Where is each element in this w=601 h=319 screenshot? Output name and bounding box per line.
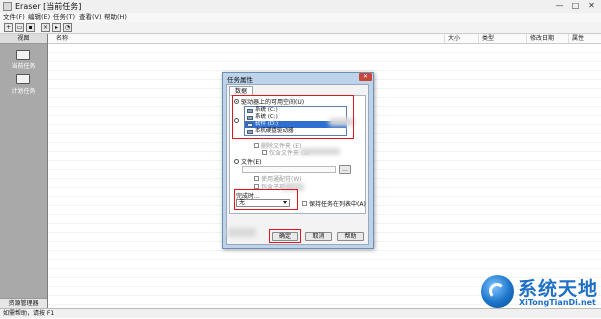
delete-icon[interactable]: ×	[41, 23, 50, 32]
scheduler-icon[interactable]: ◔	[63, 23, 72, 32]
highlight-drive-section	[232, 95, 354, 139]
column-name[interactable]: 名称	[48, 34, 444, 43]
save-icon[interactable]: ▪	[26, 23, 35, 32]
column-modified[interactable]: 修改日期	[526, 34, 568, 43]
highlight-ok-button	[269, 229, 301, 243]
menu-help[interactable]: 帮助(H)	[104, 13, 127, 22]
delete-folder-checkbox[interactable]	[254, 143, 259, 148]
maximize-button[interactable]: □	[569, 1, 582, 11]
file-path-input[interactable]	[242, 166, 336, 173]
toolbar	[0, 22, 601, 34]
blurred-text	[300, 148, 340, 155]
subfolder-checkbox[interactable]	[262, 150, 267, 155]
keep-in-list-checkbox[interactable]	[302, 201, 307, 206]
tasks-icon[interactable]	[16, 50, 30, 60]
close-button[interactable]: ✕	[585, 1, 598, 11]
browse-button[interactable]: …	[339, 165, 351, 174]
cancel-button[interactable]: 取消	[305, 232, 332, 241]
watermark-url: XiTongTianDi.net	[519, 298, 596, 307]
sidebar-item-scheduled-tasks[interactable]: 计划任务	[0, 86, 47, 95]
title-bar	[0, 0, 601, 14]
app-icon	[3, 2, 12, 11]
run-icon[interactable]: ▸	[52, 23, 61, 32]
menu-view[interactable]: 查看(V)	[79, 13, 102, 22]
menu-edit[interactable]: 编辑(E)	[28, 13, 50, 22]
left-pane-header: 视图	[0, 34, 47, 44]
watermark-title: 系统天地	[518, 278, 599, 300]
use-mask-checkbox[interactable]	[254, 176, 259, 181]
new-task-icon[interactable]: +	[4, 23, 13, 32]
window-title: Eraser [当前任务]	[15, 2, 82, 11]
menu-file[interactable]: 文件(F)	[3, 13, 25, 22]
status-bar: 如需帮助，请按 F1	[0, 308, 601, 318]
column-size[interactable]: 大小	[444, 34, 478, 43]
open-icon[interactable]: ▭	[15, 23, 24, 32]
sidebar-item-current-tasks[interactable]: 当前任务	[0, 61, 47, 70]
column-type[interactable]: 类型	[478, 34, 526, 43]
help-button[interactable]: 帮助	[337, 232, 364, 241]
minimize-button[interactable]: —	[553, 1, 566, 11]
schedule-icon[interactable]	[16, 74, 30, 84]
file-option-label: 文件(E)	[241, 159, 262, 166]
file-radio[interactable]	[234, 159, 239, 164]
highlight-done-section	[234, 189, 298, 210]
dialog-close-button[interactable]: ✕	[359, 73, 372, 81]
column-attributes[interactable]: 属性	[568, 34, 601, 43]
watermark-swirl-icon	[489, 283, 505, 299]
blurred-text	[228, 228, 256, 237]
menu-task[interactable]: 任务(T)	[53, 13, 75, 22]
dialog-title: 任务属性	[227, 76, 253, 84]
keep-in-list-label: 保持任务在列表中(A)	[309, 201, 366, 208]
